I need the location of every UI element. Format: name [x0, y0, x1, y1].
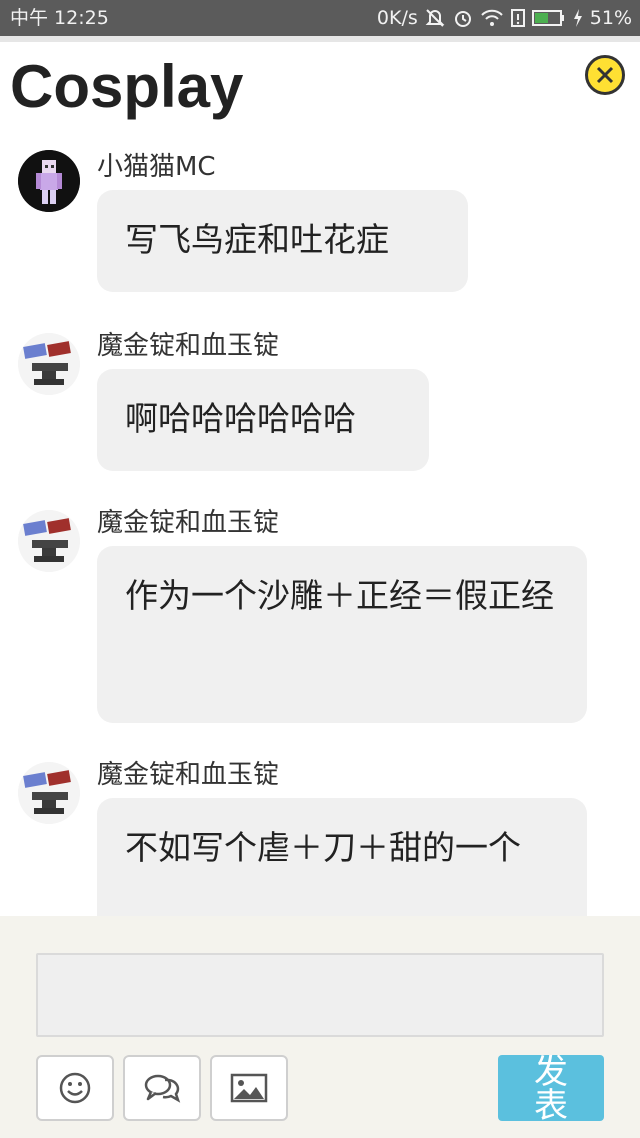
status-bar: 中午 12:25 0K/s 51% [0, 0, 640, 36]
message-bubble: 啊哈哈哈哈哈哈 [97, 369, 429, 471]
image-button[interactable] [210, 1055, 288, 1121]
message-bubble: 作为一个沙雕＋正经＝假正经 [97, 546, 587, 723]
avatar[interactable] [18, 333, 80, 395]
status-time: 中午 12:25 [10, 7, 109, 29]
app-screen: 中午 12:25 0K/s 51% Cosplay 小猫猫MC 写飞鸟症和吐花症… [0, 0, 640, 1138]
message-bubble: 不如写个虐＋刀＋甜的一个 [97, 798, 587, 916]
message-input[interactable] [36, 953, 604, 1037]
sender-name: 魔金锭和血玉锭 [97, 760, 280, 790]
avatar[interactable] [18, 510, 80, 572]
alarm-icon [452, 7, 474, 29]
charging-icon [572, 8, 584, 28]
message-bubble: 写飞鸟症和吐花症 [97, 190, 468, 292]
status-divider [0, 36, 640, 42]
close-icon [596, 66, 614, 84]
avatar[interactable] [18, 150, 80, 212]
avatar[interactable] [18, 762, 80, 824]
chat-bubbles-icon [144, 1074, 181, 1103]
battery-percent: 51% [589, 7, 632, 29]
net-speed: 0K/s [376, 7, 418, 29]
ingots-anvil-avatar-icon [18, 333, 80, 395]
sender-name: 小猫猫MC [97, 152, 216, 182]
send-label: 发表 [534, 1055, 568, 1121]
status-icons: 0K/s 51% [377, 0, 632, 36]
composer: 发表 [0, 916, 640, 1138]
sim-alert-icon [510, 7, 526, 29]
sender-name: 魔金锭和血玉锭 [97, 331, 280, 361]
emoji-icon [59, 1072, 91, 1104]
mute-bell-icon [424, 7, 446, 29]
wifi-icon [480, 7, 504, 29]
page-title: Cosplay [10, 53, 244, 120]
battery-icon [531, 8, 566, 28]
send-button[interactable]: 发表 [498, 1055, 604, 1121]
close-button[interactable] [585, 55, 625, 95]
chat-button[interactable] [123, 1055, 201, 1121]
minecraft-skin-avatar-icon [18, 150, 80, 212]
image-icon [230, 1073, 268, 1103]
message-list[interactable]: 小猫猫MC 写飞鸟症和吐花症 魔金锭和血玉锭 啊哈哈哈哈哈哈 魔金锭和血玉锭 作… [0, 140, 640, 916]
ingots-anvil-avatar-icon [18, 762, 80, 824]
sender-name: 魔金锭和血玉锭 [97, 508, 280, 538]
ingots-anvil-avatar-icon [18, 510, 80, 572]
emoji-button[interactable] [36, 1055, 114, 1121]
